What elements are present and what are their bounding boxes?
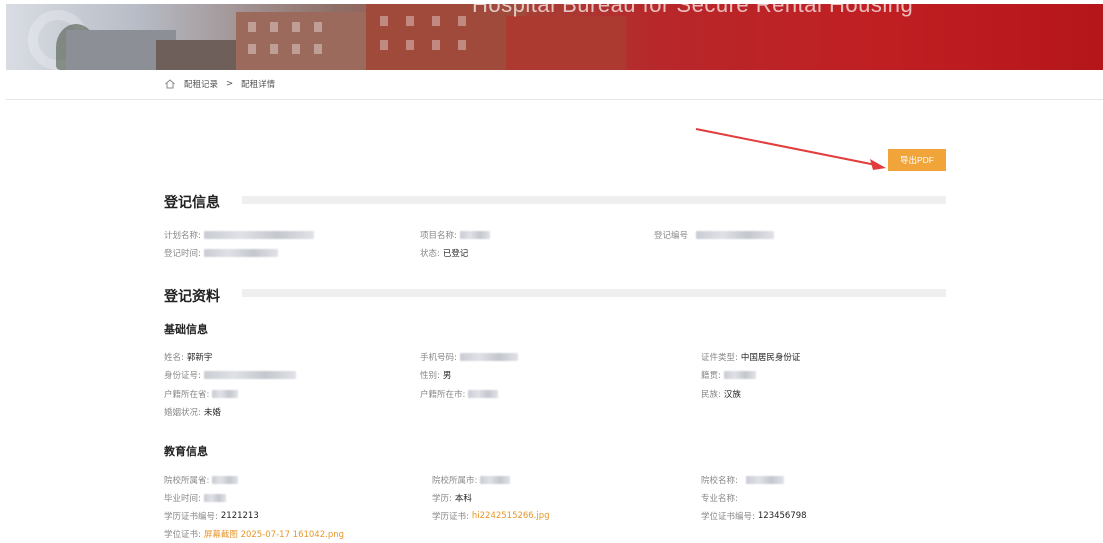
- field-label: 状态:: [420, 249, 440, 259]
- building-image: [506, 16, 626, 70]
- field-label: 身份证号:: [164, 371, 201, 381]
- redacted-value: [203, 371, 296, 379]
- field-label: 学位证书:: [164, 530, 201, 540]
- subsection-title-basic: 基础信息: [164, 323, 208, 336]
- field-label: 学历证书:: [432, 512, 469, 522]
- breadcrumb-item-detail: 配租详情: [241, 80, 276, 90]
- field-label: 专业名称:: [701, 494, 738, 504]
- field-label: 证件类型:: [701, 353, 738, 363]
- field-school-city: 院校所属市:: [432, 474, 511, 486]
- field-education-level: 学历: 本科: [432, 492, 472, 504]
- field-label: 院校所属省:: [164, 476, 210, 486]
- field-value: 2121213: [220, 511, 259, 521]
- field-label: 毕业时间:: [164, 494, 201, 504]
- field-label: 登记编号: [654, 231, 689, 241]
- field-id-number: 身份证号:: [164, 369, 296, 381]
- field-label: 户籍所在省:: [164, 390, 210, 400]
- redacted-value: [212, 390, 239, 398]
- field-graduation-time: 毕业时间:: [164, 492, 226, 504]
- field-label: 性别:: [420, 371, 440, 381]
- field-diploma-certificate: 学历证书: hi2242515266.jpg: [432, 510, 550, 522]
- field-plan-name: 计划名称:: [164, 229, 314, 241]
- header-banner: Hospital Bureau for Secure Rental Housin…: [6, 4, 1103, 70]
- redacted-value: [480, 476, 511, 484]
- redacted-value: [468, 390, 499, 398]
- field-label: 婚姻状况:: [164, 408, 201, 418]
- home-icon[interactable]: [164, 78, 176, 90]
- field-name: 姓名: 郭新宇: [164, 351, 212, 363]
- field-ethnicity: 民族: 汉族: [701, 388, 741, 400]
- annotation-arrow: [695, 128, 886, 170]
- field-school-name: 院校名称:: [701, 474, 784, 486]
- field-marital-status: 婚姻状况: 未婚: [164, 406, 221, 418]
- field-household-province: 户籍所在省:: [164, 388, 239, 400]
- redacted-value: [203, 231, 314, 239]
- field-label: 学位证书编号:: [701, 512, 755, 522]
- field-label: 籍贯:: [701, 371, 721, 381]
- breadcrumb: 配租记录 > 配租详情: [164, 78, 275, 90]
- field-status: 状态: 已登记: [420, 247, 468, 259]
- field-value: 汉族: [723, 390, 741, 400]
- field-label: 户籍所在市:: [420, 390, 466, 400]
- redacted-value: [723, 371, 756, 379]
- field-project-name: 项目名称:: [420, 229, 490, 241]
- field-value: 123456798: [757, 511, 807, 521]
- redacted-value: [745, 476, 784, 484]
- field-value: 中国居民身份证: [740, 353, 801, 363]
- redacted-value: [459, 231, 490, 239]
- field-label: 学历证书编号:: [164, 512, 218, 522]
- diploma-file-link[interactable]: hi2242515266.jpg: [472, 511, 550, 521]
- field-degree-number: 学位证书编号: 123456798: [701, 510, 807, 522]
- field-label: 手机号码:: [420, 353, 457, 363]
- redacted-value: [696, 231, 775, 239]
- field-phone: 手机号码:: [420, 351, 518, 363]
- breadcrumb-bar: 配租记录 > 配租详情: [6, 70, 1103, 100]
- field-label: 院校名称:: [701, 476, 738, 486]
- section-title-registration-data: 登记资料: [164, 289, 220, 305]
- redacted-value: [459, 353, 518, 361]
- field-registration-number: 登记编号: [654, 229, 775, 241]
- field-label: 院校所属市:: [432, 476, 478, 486]
- field-value: 男: [442, 371, 452, 381]
- field-household-city: 户籍所在市:: [420, 388, 499, 400]
- section-divider: [242, 289, 946, 297]
- field-value: 未婚: [203, 408, 221, 418]
- breadcrumb-separator: >: [226, 79, 234, 89]
- field-label: 登记时间:: [164, 249, 201, 259]
- field-label: 姓名:: [164, 353, 184, 363]
- field-label: 学历:: [432, 494, 452, 504]
- building-image: [156, 40, 246, 70]
- redacted-value: [212, 476, 239, 484]
- field-degree-certificate: 学位证书: 屏幕截图 2025-07-17 161042.png: [164, 528, 344, 540]
- section-divider: [242, 196, 946, 204]
- redacted-value: [203, 249, 278, 257]
- field-id-type: 证件类型: 中国居民身份证: [701, 351, 800, 363]
- field-diploma-number: 学历证书编号: 2121213: [164, 510, 259, 522]
- section-title-registration-info: 登记信息: [164, 195, 220, 211]
- banner-title: Hospital Bureau for Secure Rental Housin…: [472, 4, 914, 17]
- subsection-title-education: 教育信息: [164, 445, 208, 458]
- export-pdf-button[interactable]: 导出PDF: [888, 149, 946, 171]
- field-value: 郭新宇: [186, 353, 213, 363]
- field-label: 计划名称:: [164, 231, 201, 241]
- field-native-place: 籍贯:: [701, 369, 756, 381]
- field-value: 已登记: [442, 249, 469, 259]
- field-major-name: 专业名称:: [701, 492, 738, 504]
- field-label: 项目名称:: [420, 231, 457, 241]
- building-image: [236, 12, 386, 70]
- field-school-province: 院校所属省:: [164, 474, 239, 486]
- field-value: 本科: [454, 494, 472, 504]
- field-registration-time: 登记时间:: [164, 247, 278, 259]
- field-label: 民族:: [701, 390, 721, 400]
- breadcrumb-item-records[interactable]: 配租记录: [184, 78, 218, 90]
- degree-file-link[interactable]: 屏幕截图 2025-07-17 161042.png: [204, 528, 344, 540]
- field-gender: 性别: 男: [420, 369, 451, 381]
- redacted-value: [203, 494, 226, 502]
